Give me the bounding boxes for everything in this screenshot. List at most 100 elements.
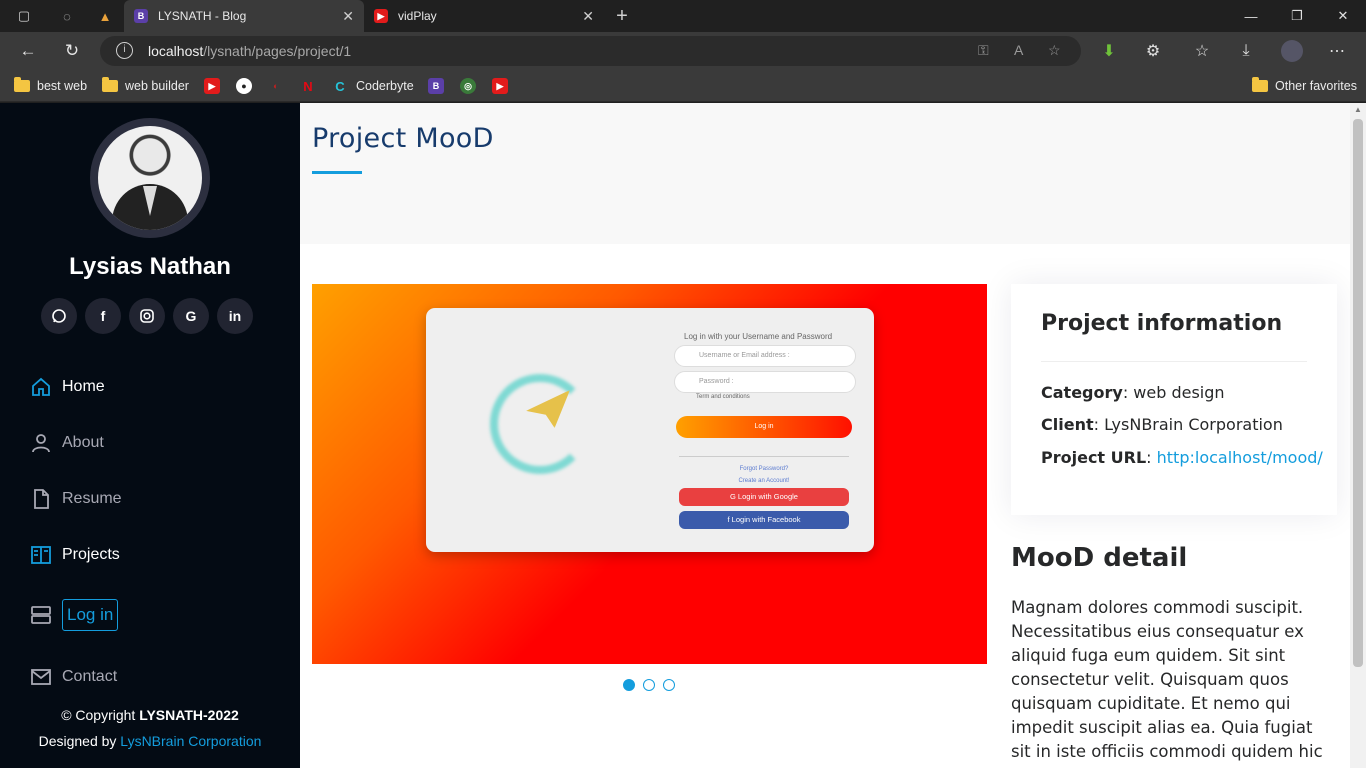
nav-home[interactable]: Home [30, 372, 105, 402]
bootstrap-icon: B [134, 9, 148, 23]
netflix-icon: N [303, 78, 313, 94]
refresh-icon[interactable]: ↻ [56, 32, 88, 70]
folder-icon [1252, 77, 1268, 92]
instagram-icon[interactable] [129, 298, 165, 334]
nav-about[interactable]: About [30, 428, 104, 458]
folder-icon [14, 77, 30, 92]
social-links: f G in [41, 298, 253, 334]
extensions-icon[interactable]: ⚙ [1136, 32, 1170, 70]
detail-title: MooD detail [1011, 543, 1188, 573]
site-icon: ◐ [273, 81, 279, 91]
tab-lysnath-blog[interactable]: B LYSNATH - Blog ✕ [124, 0, 364, 32]
downloads-icon[interactable]: ⤓ [1229, 32, 1263, 70]
tab-actions-icon[interactable]: ▢ [0, 0, 48, 32]
profile-name: Lysias Nathan [69, 253, 231, 280]
bookmark-other-favorites[interactable]: Other favorites [1252, 76, 1357, 96]
google-icon[interactable]: G [173, 298, 209, 334]
page-header: Project MooD [300, 103, 1350, 244]
whatsapp-icon[interactable] [41, 298, 77, 334]
coderbyte-icon: C [335, 78, 345, 94]
linkedin-icon[interactable]: in [217, 298, 253, 334]
nav-login[interactable]: Log in [30, 599, 119, 631]
slider-pagination [623, 679, 675, 691]
bookmark-site[interactable]: ◐ [268, 76, 292, 96]
youtube-icon: ▶ [204, 78, 220, 94]
user-icon [32, 434, 50, 453]
page-title: Project MooD [312, 123, 494, 154]
nav-projects[interactable]: Projects [30, 540, 120, 570]
bookmark-folder[interactable]: best web [14, 76, 87, 96]
new-tab-icon[interactable]: + [604, 0, 640, 32]
info-url: Project URL: http:localhost/mood/ [1041, 448, 1323, 467]
sidebar: Lysias Nathan f G in Home About Resume P… [0, 103, 300, 768]
nav-contact[interactable]: Contact [30, 662, 117, 692]
bookmark-youtube[interactable]: ▶ [204, 76, 228, 96]
back-icon[interactable]: ← [12, 32, 44, 70]
close-icon[interactable]: ✕ [342, 8, 354, 25]
envelope-icon [31, 669, 51, 685]
bookmark-site[interactable]: ◎ [460, 76, 484, 96]
slide-dot-2[interactable] [643, 679, 655, 691]
read-aloud-icon[interactable]: A [1014, 42, 1023, 58]
bookmark-coderbyte[interactable]: C Coderbyte [332, 76, 413, 96]
info-category: Category: web design [1041, 383, 1225, 402]
minimize-icon[interactable]: — [1228, 0, 1274, 32]
url-text: localhost/lysnath/pages/project/1 [148, 43, 352, 59]
youtube-icon: ▶ [374, 9, 388, 23]
window-close-icon[interactable]: ✕ [1320, 0, 1366, 32]
pinned-tab-icon[interactable]: ◌ [48, 0, 86, 32]
youtube-icon: ▶ [492, 78, 508, 94]
file-icon [34, 489, 49, 509]
project-info-card: Project information Category: web design… [1011, 284, 1337, 515]
slide-dot-1[interactable] [623, 679, 635, 691]
designed-by: Designed by LysNBrain Corporation [38, 733, 262, 749]
scrollbar[interactable]: ▲ [1350, 103, 1366, 768]
web-page: Lysias Nathan f G in Home About Resume P… [0, 103, 1366, 768]
extension-download-icon[interactable]: ⬇ [1092, 32, 1126, 70]
bookmark-github[interactable]: ● [236, 76, 260, 96]
project-url-link[interactable]: http:localhost/mood/ [1157, 448, 1323, 467]
bookmark-youtube[interactable]: ▶ [492, 76, 516, 96]
designer-link[interactable]: LysNBrain Corporation [120, 733, 261, 749]
info-client: Client: LysNBrain Corporation [1041, 415, 1283, 434]
home-icon [32, 377, 50, 396]
info-icon[interactable]: i [116, 42, 133, 59]
server-icon [31, 606, 51, 624]
bookmark-folder[interactable]: web builder [102, 76, 189, 96]
site-icon: ◎ [460, 78, 476, 94]
close-icon[interactable]: ✕ [582, 8, 594, 25]
facebook-icon[interactable]: f [85, 298, 121, 334]
title-underline [312, 171, 362, 174]
bootstrap-icon: B [428, 78, 444, 94]
bookmarks-bar: best web web builder ▶ ● ◐ N C Coderbyte … [0, 70, 1366, 102]
nav-resume[interactable]: Resume [30, 484, 122, 514]
add-favorite-icon[interactable]: ☆ [1048, 42, 1061, 59]
project-image-slider[interactable]: Log in with your Username and Password U… [312, 284, 987, 664]
github-icon: ● [236, 78, 252, 94]
more-icon[interactable]: ⋯ [1320, 32, 1354, 70]
tab-vidplay[interactable]: ▶ vidPlay ✕ [364, 0, 604, 32]
favorites-icon[interactable]: ☆ [1185, 32, 1219, 70]
browser-tabbar: ▢ ◌ ▲ B LYSNATH - Blog ✕ ▶ vidPlay ✕ + —… [0, 0, 1366, 32]
slide-dot-3[interactable] [663, 679, 675, 691]
logo-icon [490, 374, 590, 474]
divider [1041, 361, 1307, 362]
pinned-tab-icon[interactable]: ▲ [86, 0, 124, 32]
detail-text: Magnam dolores commodi suscipit. Necessi… [1011, 598, 1323, 761]
restore-icon[interactable]: ❐ [1274, 0, 1320, 32]
slide-screenshot: Log in with your Username and Password U… [426, 308, 874, 552]
url-field[interactable]: i localhost/lysnath/pages/project/1 ⚿ A … [100, 36, 1081, 66]
scroll-thumb[interactable] [1353, 119, 1363, 667]
projects-icon [31, 546, 51, 564]
copyright: © Copyright LYSNATH-2022 [61, 707, 239, 723]
address-bar: ← ↻ i localhost/lysnath/pages/project/1 … [0, 32, 1366, 70]
info-title: Project information [1041, 311, 1283, 336]
profile-avatar[interactable] [1275, 32, 1309, 70]
tab-title: LYSNATH - Blog [158, 9, 247, 23]
main-content: Project MooD Log in with your Username a… [300, 103, 1350, 768]
bookmark-netflix[interactable]: N [300, 76, 324, 96]
key-icon[interactable]: ⚿ [978, 42, 989, 59]
profile-photo [98, 126, 202, 230]
scroll-up-icon[interactable]: ▲ [1350, 103, 1366, 117]
bookmark-bootstrap[interactable]: B [428, 76, 452, 96]
